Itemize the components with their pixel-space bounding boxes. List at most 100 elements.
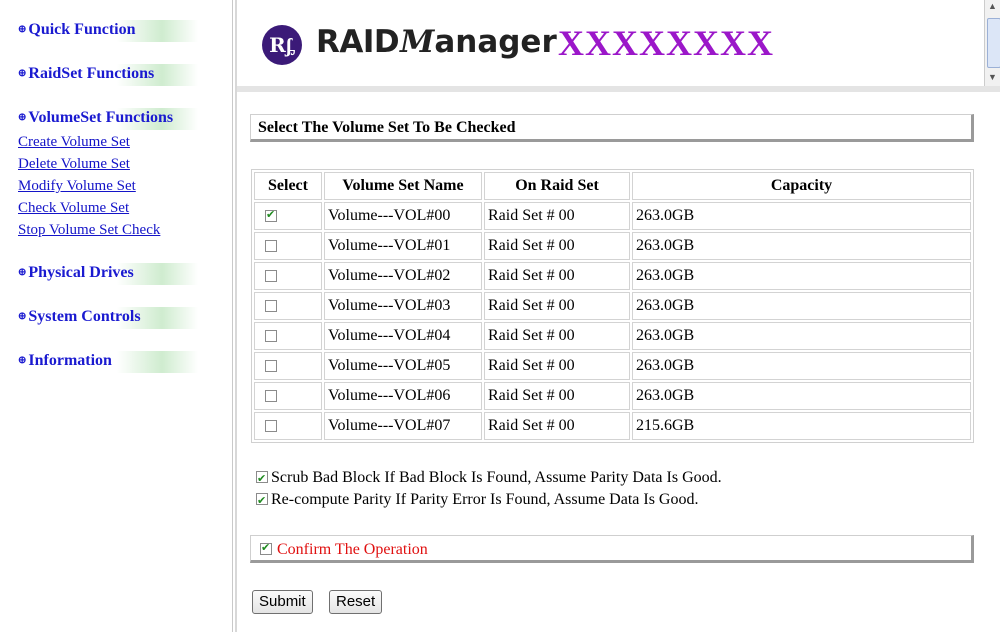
raid-set-cell: Raid Set # 00 bbox=[484, 352, 630, 380]
logo-text-manager: Manager bbox=[400, 24, 557, 60]
row-select-cell bbox=[254, 382, 322, 410]
confirm-operation[interactable]: Confirm The Operation bbox=[260, 541, 428, 559]
row-select-cell bbox=[254, 352, 322, 380]
raid-set-cell: Raid Set # 00 bbox=[484, 232, 630, 260]
sidebar-section-system-controls[interactable]: ⊕ System Controls bbox=[18, 307, 198, 329]
capacity-cell: 263.0GB bbox=[632, 202, 971, 230]
scroll-up-icon[interactable]: ▲ bbox=[988, 1, 997, 11]
raid-set-cell: Raid Set # 00 bbox=[484, 262, 630, 290]
sidebar-section-physical-drives[interactable]: ⊕ Physical Drives bbox=[18, 263, 198, 285]
volume-set-name-cell: Volume---VOL#04 bbox=[324, 322, 482, 350]
reset-button[interactable]: Reset bbox=[329, 590, 383, 614]
sidebar-section-label: VolumeSet Functions bbox=[28, 109, 174, 126]
option-label: Re-compute Parity If Parity Error Is Fou… bbox=[271, 491, 699, 508]
column-header-volume-set-name: Volume Set Name bbox=[324, 172, 482, 200]
option-scrub-bad-block[interactable]: Scrub Bad Block If Bad Block Is Found, A… bbox=[256, 468, 722, 489]
sidebar-section-label: Information bbox=[28, 352, 112, 369]
raid-manager-logo-icon: Rᶋ bbox=[262, 25, 302, 65]
volume-select-checkbox[interactable] bbox=[265, 270, 277, 283]
volume-set-name-cell: Volume---VOL#00 bbox=[324, 202, 482, 230]
table-row: Volume---VOL#00Raid Set # 00263.0GB bbox=[254, 202, 971, 230]
raid-set-cell: Raid Set # 00 bbox=[484, 322, 630, 350]
sidebar-section-quick-function[interactable]: ⊕ Quick Function bbox=[18, 20, 198, 42]
volume-select-checkbox[interactable] bbox=[265, 208, 277, 223]
sidebar-section-label: RaidSet Functions bbox=[28, 65, 155, 82]
section-title-bar: Select The Volume Set To Be Checked bbox=[250, 114, 974, 142]
capacity-cell: 263.0GB bbox=[632, 322, 971, 350]
volume-select-checkbox[interactable] bbox=[265, 360, 277, 373]
volume-set-name-cell: Volume---VOL#05 bbox=[324, 352, 482, 380]
scrub-bad-block-checkbox[interactable] bbox=[256, 469, 268, 489]
scroll-down-icon[interactable]: ▼ bbox=[988, 72, 997, 82]
option-recompute-parity[interactable]: Re-compute Parity If Parity Error Is Fou… bbox=[256, 490, 699, 511]
raid-set-cell: Raid Set # 00 bbox=[484, 382, 630, 410]
sidebar-link-stop-volume-set-check[interactable]: Stop Volume Set Check bbox=[18, 221, 160, 239]
sidebar-link-create-volume-set[interactable]: Create Volume Set bbox=[18, 133, 130, 151]
raid-set-cell: Raid Set # 00 bbox=[484, 292, 630, 320]
row-select-cell bbox=[254, 232, 322, 260]
raid-set-cell: Raid Set # 00 bbox=[484, 412, 630, 440]
volume-set-name-cell: Volume---VOL#03 bbox=[324, 292, 482, 320]
logo-manager-rest: anager bbox=[434, 24, 557, 60]
frame-separator bbox=[237, 86, 1000, 92]
volume-select-checkbox[interactable] bbox=[265, 240, 277, 253]
volume-select-checkbox[interactable] bbox=[265, 390, 277, 403]
scrollbar-thumb[interactable] bbox=[987, 18, 1000, 68]
product-name: XXXXXXXX bbox=[558, 23, 774, 63]
logo-text-raid: RAID bbox=[316, 24, 400, 60]
table-row: Volume---VOL#03 Raid Set # 00 263.0GB bbox=[254, 292, 971, 320]
sidebar-section-volumeset-functions[interactable]: ⊕ VolumeSet Functions bbox=[18, 108, 198, 130]
row-select-cell bbox=[254, 202, 322, 230]
sidebar: ⊕ Quick Function ⊕ RaidSet Functions ⊕ Volu… bbox=[0, 0, 233, 632]
header-banner: Rᶋ RAID Manager XXXXXXXX bbox=[240, 0, 984, 86]
row-select-cell bbox=[254, 412, 322, 440]
volume-select-checkbox[interactable] bbox=[265, 300, 277, 313]
frame-divider[interactable] bbox=[235, 0, 237, 632]
recompute-parity-checkbox[interactable] bbox=[256, 491, 268, 511]
table-header-row: Select Volume Set Name On Raid Set Capac… bbox=[254, 172, 971, 200]
capacity-cell: 263.0GB bbox=[632, 352, 971, 380]
confirm-operation-checkbox[interactable] bbox=[260, 541, 272, 555]
volume-set-table: Select Volume Set Name On Raid Set Capac… bbox=[251, 169, 974, 443]
table-row: Volume---VOL#05 Raid Set # 00 263.0GB bbox=[254, 352, 971, 380]
table-row: Volume---VOL#02 Raid Set # 00 263.0GB bbox=[254, 262, 971, 290]
sidebar-section-label: System Controls bbox=[28, 308, 141, 325]
volume-set-name-cell: Volume---VOL#02 bbox=[324, 262, 482, 290]
raid-set-cell: Raid Set # 00 bbox=[484, 202, 630, 230]
confirm-label: Confirm The Operation bbox=[277, 541, 428, 558]
table-row: Volume---VOL#07 Raid Set # 00 215.6GB bbox=[254, 412, 971, 440]
header-scrollbar[interactable]: ▲ ▼ bbox=[984, 0, 1000, 86]
sidebar-section-information[interactable]: ⊕ Information bbox=[18, 351, 198, 373]
bullet-icon: ⊕ bbox=[18, 311, 27, 322]
table-row: Volume---VOL#04 Raid Set # 00 263.0GB bbox=[254, 322, 971, 350]
volume-select-checkbox[interactable] bbox=[265, 330, 277, 343]
row-select-cell bbox=[254, 262, 322, 290]
sidebar-section-label: Physical Drives bbox=[28, 264, 134, 281]
sidebar-link-modify-volume-set[interactable]: Modify Volume Set bbox=[18, 177, 136, 195]
option-label: Scrub Bad Block If Bad Block Is Found, A… bbox=[271, 469, 722, 486]
column-header-select: Select bbox=[254, 172, 322, 200]
volume-set-name-cell: Volume---VOL#06 bbox=[324, 382, 482, 410]
sidebar-link-delete-volume-set[interactable]: Delete Volume Set bbox=[18, 155, 130, 173]
capacity-cell: 263.0GB bbox=[632, 232, 971, 260]
row-select-cell bbox=[254, 292, 322, 320]
confirm-bar: Confirm The Operation bbox=[250, 535, 974, 563]
logo-manager-initial: M bbox=[400, 24, 435, 60]
section-title: Select The Volume Set To Be Checked bbox=[258, 119, 516, 136]
column-header-capacity: Capacity bbox=[632, 172, 971, 200]
bullet-icon: ⊕ bbox=[18, 24, 27, 35]
table-row: Volume---VOL#06 Raid Set # 00 263.0GB bbox=[254, 382, 971, 410]
volume-set-name-cell: Volume---VOL#07 bbox=[324, 412, 482, 440]
volume-select-checkbox[interactable] bbox=[265, 420, 277, 433]
sidebar-link-check-volume-set[interactable]: Check Volume Set bbox=[18, 199, 129, 217]
capacity-cell: 263.0GB bbox=[632, 382, 971, 410]
capacity-cell: 215.6GB bbox=[632, 412, 971, 440]
bullet-icon: ⊕ bbox=[18, 68, 27, 79]
table-row: Volume---VOL#01 Raid Set # 00 263.0GB bbox=[254, 232, 971, 260]
sidebar-section-raidset-functions[interactable]: ⊕ RaidSet Functions bbox=[18, 64, 198, 86]
row-select-cell bbox=[254, 322, 322, 350]
bullet-icon: ⊕ bbox=[18, 355, 27, 366]
volume-set-name-cell: Volume---VOL#01 bbox=[324, 232, 482, 260]
submit-button[interactable]: Submit bbox=[252, 590, 313, 614]
bullet-icon: ⊕ bbox=[18, 267, 27, 278]
